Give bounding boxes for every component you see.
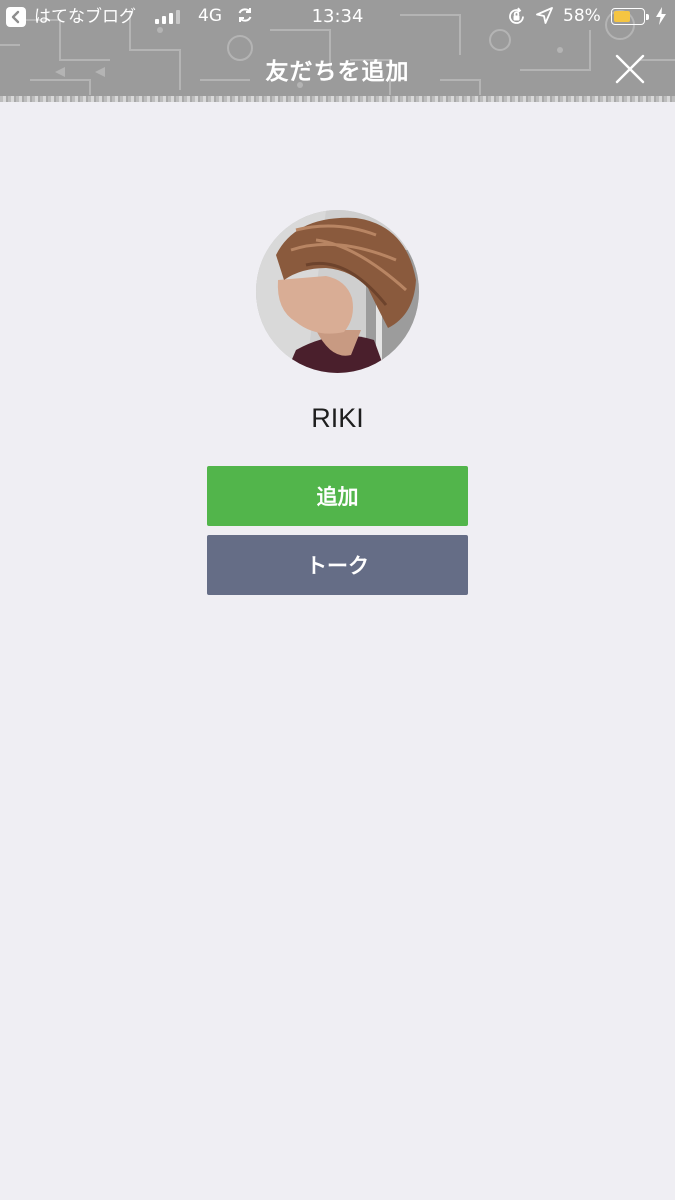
header-edge <box>0 96 675 102</box>
profile-name: RIKI <box>311 403 364 433</box>
charging-bolt-icon <box>655 7 667 30</box>
talk-button[interactable]: トーク <box>207 535 468 595</box>
rotation-lock-icon <box>507 7 526 31</box>
close-icon[interactable] <box>614 53 646 85</box>
header-bar: はてなブログ 4G 13:34 58% 友だちを追加 <box>0 0 675 102</box>
page-title: 友だちを追加 <box>265 59 410 85</box>
profile-avatar <box>256 210 419 373</box>
add-friend-button[interactable]: 追加 <box>207 466 468 526</box>
battery-level <box>614 11 631 22</box>
battery-icon <box>611 8 649 25</box>
status-bar: はてなブログ 4G 13:34 58% <box>0 0 675 34</box>
location-arrow-icon <box>536 7 553 29</box>
battery-percent: 58% <box>563 6 601 26</box>
